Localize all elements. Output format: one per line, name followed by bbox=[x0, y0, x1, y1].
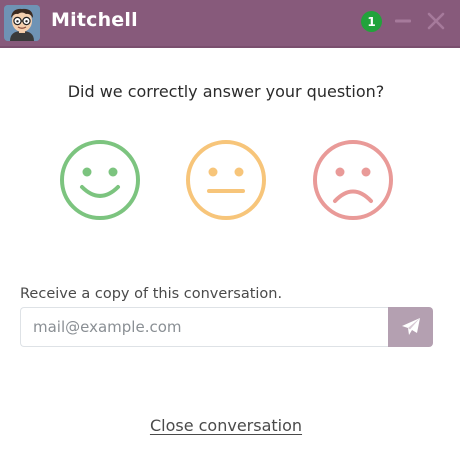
chat-title: Mitchell bbox=[51, 9, 138, 31]
rating-sad-button[interactable] bbox=[311, 138, 395, 222]
avatar bbox=[4, 5, 40, 41]
sad-face-icon bbox=[313, 140, 393, 220]
cartoon-avatar-icon bbox=[4, 5, 40, 41]
rating-question: Did we correctly answer your question? bbox=[67, 82, 385, 101]
rating-happy-button[interactable] bbox=[58, 138, 142, 222]
rating-neutral-button[interactable] bbox=[184, 138, 268, 222]
input-border-segment bbox=[372, 307, 388, 347]
transcript-label: Receive a copy of this conversation. bbox=[20, 286, 283, 302]
close-icon bbox=[427, 12, 445, 30]
minimize-button[interactable] bbox=[392, 10, 414, 32]
send-transcript-button[interactable] bbox=[388, 307, 433, 347]
chat-window-header: Mitchell 1 bbox=[0, 0, 460, 48]
happy-face-icon bbox=[60, 140, 140, 220]
minimize-icon bbox=[395, 19, 411, 23]
close-conversation-link[interactable]: Close conversation bbox=[0, 416, 452, 435]
email-input[interactable] bbox=[20, 307, 372, 347]
unread-count-badge: 1 bbox=[361, 11, 382, 32]
neutral-face-icon bbox=[186, 140, 266, 220]
paper-plane-icon bbox=[401, 318, 420, 335]
close-window-button[interactable] bbox=[425, 10, 447, 32]
